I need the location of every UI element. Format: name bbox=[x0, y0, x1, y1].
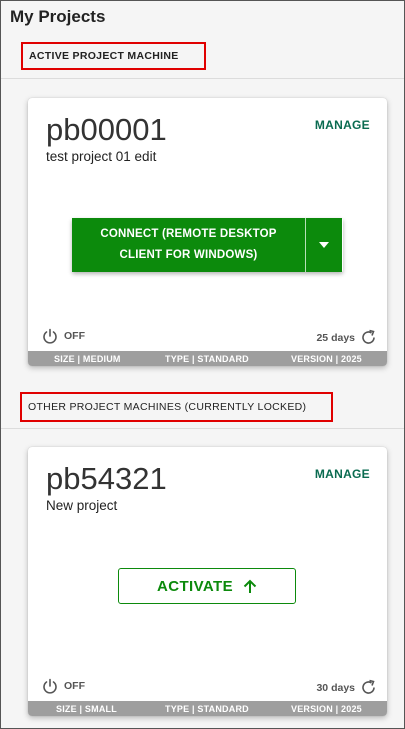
activate-label: ACTIVATE bbox=[157, 577, 233, 595]
spec-type: TYPE | STANDARD bbox=[165, 703, 249, 714]
machine-description: test project 01 edit bbox=[46, 149, 157, 164]
machine-specs-bar: SIZE | MEDIUM TYPE | STANDARD VERSION | … bbox=[28, 351, 387, 366]
connect-label-line1: CONNECT (REMOTE DESKTOP bbox=[100, 228, 277, 240]
power-status: OFF bbox=[64, 330, 85, 342]
machine-description: New project bbox=[46, 498, 118, 513]
power-toggle[interactable]: OFF bbox=[42, 328, 85, 344]
spec-type: TYPE | STANDARD bbox=[165, 353, 249, 364]
days-remaining: 25 days bbox=[316, 329, 377, 346]
divider bbox=[1, 78, 404, 79]
days-remaining: 30 days bbox=[316, 679, 377, 696]
manage-button[interactable]: MANAGE bbox=[315, 467, 370, 481]
other-section-label: OTHER PROJECT MACHINES (CURRENTLY LOCKED… bbox=[20, 392, 333, 422]
machine-specs-bar: SIZE | SMALL TYPE | STANDARD VERSION | 2… bbox=[28, 701, 387, 716]
spec-version: VERSION | 2025 bbox=[291, 703, 362, 714]
active-section-label: ACTIVE PROJECT MACHINE bbox=[21, 42, 206, 70]
spec-size: SIZE | MEDIUM bbox=[54, 353, 121, 364]
connect-button[interactable]: CONNECT (REMOTE DESKTOP CLIENT FOR WINDO… bbox=[72, 218, 306, 272]
days-label: 30 days bbox=[316, 681, 355, 694]
page-title: My Projects bbox=[10, 7, 106, 26]
active-machine-card: pb00001 test project 01 edit MANAGE CONN… bbox=[28, 98, 387, 366]
refresh-icon[interactable] bbox=[360, 679, 377, 696]
locked-machine-card: pb54321 New project MANAGE ACTIVATE OFF … bbox=[28, 447, 387, 716]
days-label: 25 days bbox=[316, 331, 355, 344]
machine-id: pb54321 bbox=[46, 461, 167, 496]
power-icon bbox=[43, 328, 57, 344]
connect-label-line2: CLIENT FOR WINDOWS) bbox=[119, 249, 258, 261]
manage-button[interactable]: MANAGE bbox=[315, 118, 370, 132]
arrow-up-icon bbox=[243, 579, 257, 593]
activate-button[interactable]: ACTIVATE bbox=[118, 568, 296, 604]
divider bbox=[1, 428, 404, 429]
power-icon bbox=[43, 678, 57, 694]
machine-id: pb00001 bbox=[46, 112, 167, 147]
power-status: OFF bbox=[64, 680, 85, 692]
spec-size: SIZE | SMALL bbox=[56, 703, 117, 714]
power-toggle[interactable]: OFF bbox=[42, 678, 85, 694]
refresh-icon[interactable] bbox=[360, 329, 377, 346]
chevron-down-icon bbox=[319, 242, 329, 248]
spec-version: VERSION | 2025 bbox=[291, 353, 362, 364]
connect-button-group: CONNECT (REMOTE DESKTOP CLIENT FOR WINDO… bbox=[72, 218, 343, 272]
connect-options-dropdown[interactable] bbox=[306, 218, 342, 272]
